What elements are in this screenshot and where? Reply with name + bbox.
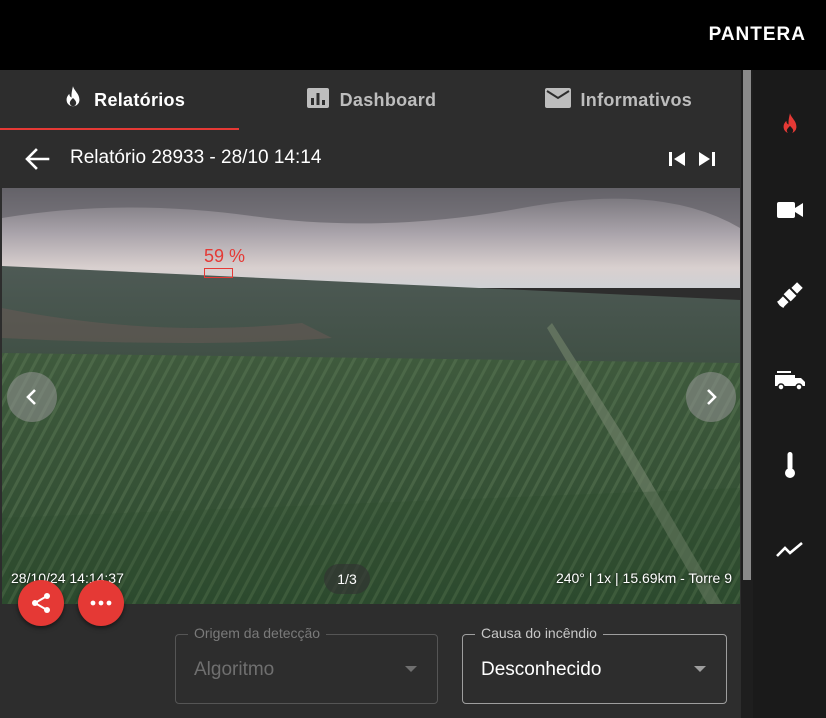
flame-icon bbox=[62, 85, 84, 116]
tab-label: Relatórios bbox=[94, 89, 186, 110]
thermometer-icon[interactable] bbox=[775, 450, 805, 480]
flame-icon[interactable] bbox=[775, 110, 805, 140]
camera-info: 240° | 1x | 15.69km - Torre 9 bbox=[555, 570, 732, 586]
report-panel: Relatórios Dashboard Informativos Relató… bbox=[0, 70, 742, 718]
scrollbar[interactable] bbox=[741, 70, 753, 718]
origin-label: Origem da detecção bbox=[188, 625, 327, 641]
origin-value: Algoritmo bbox=[194, 659, 275, 680]
detection-confidence: 59 % bbox=[204, 246, 246, 266]
more-horizontal-icon bbox=[90, 600, 112, 606]
tab-label: Dashboard bbox=[339, 89, 437, 110]
skip-next-icon[interactable] bbox=[696, 148, 718, 170]
report-header: Relatório 28933 - 28/10 14:14 bbox=[0, 130, 742, 186]
back-arrow-icon[interactable] bbox=[24, 146, 50, 172]
detection-box[interactable] bbox=[204, 268, 233, 278]
previous-image-button[interactable] bbox=[7, 372, 57, 422]
cause-value: Desconhecido bbox=[481, 659, 602, 680]
tab-relatorios[interactable]: Relatórios bbox=[0, 70, 247, 130]
chevron-down-icon bbox=[405, 666, 417, 672]
tab-dashboard[interactable]: Dashboard bbox=[247, 70, 494, 130]
fire-truck-icon[interactable] bbox=[775, 365, 805, 395]
chevron-down-icon bbox=[694, 666, 706, 672]
satellite-icon[interactable] bbox=[775, 280, 805, 310]
camera-image: 59 % 28/10/24 14:14:37 1/3 240° | 1x | 1… bbox=[2, 188, 740, 604]
chevron-left-icon bbox=[26, 389, 36, 405]
tab-bar: Relatórios Dashboard Informativos bbox=[0, 70, 742, 130]
side-rail bbox=[753, 70, 826, 718]
scrollbar-thumb[interactable] bbox=[743, 70, 751, 580]
share-icon bbox=[32, 593, 50, 613]
skip-previous-icon[interactable] bbox=[666, 148, 688, 170]
cause-select[interactable]: Causa do incêndio Desconhecido bbox=[462, 625, 727, 704]
tab-informativos[interactable]: Informativos bbox=[495, 70, 742, 130]
brand-logo: PANTERA bbox=[708, 24, 806, 45]
page-title: Relatório 28933 - 28/10 14:14 bbox=[70, 147, 322, 168]
chevron-right-icon bbox=[707, 389, 717, 405]
trend-icon[interactable] bbox=[775, 535, 805, 565]
origin-select[interactable]: Origem da detecção Algoritmo bbox=[175, 625, 438, 704]
next-image-button[interactable] bbox=[686, 372, 736, 422]
camera-icon[interactable] bbox=[775, 195, 805, 225]
report-form: Origem da detecção Algoritmo Causa do in… bbox=[0, 580, 742, 718]
chart-icon bbox=[306, 87, 330, 114]
mail-icon bbox=[544, 87, 571, 113]
cause-label: Causa do incêndio bbox=[475, 625, 603, 641]
tab-label: Informativos bbox=[580, 89, 693, 110]
top-bar: PANTERA bbox=[0, 0, 826, 70]
image-counter: 1/3 bbox=[324, 564, 370, 594]
share-button[interactable] bbox=[18, 580, 64, 626]
more-options-button[interactable] bbox=[78, 580, 124, 626]
